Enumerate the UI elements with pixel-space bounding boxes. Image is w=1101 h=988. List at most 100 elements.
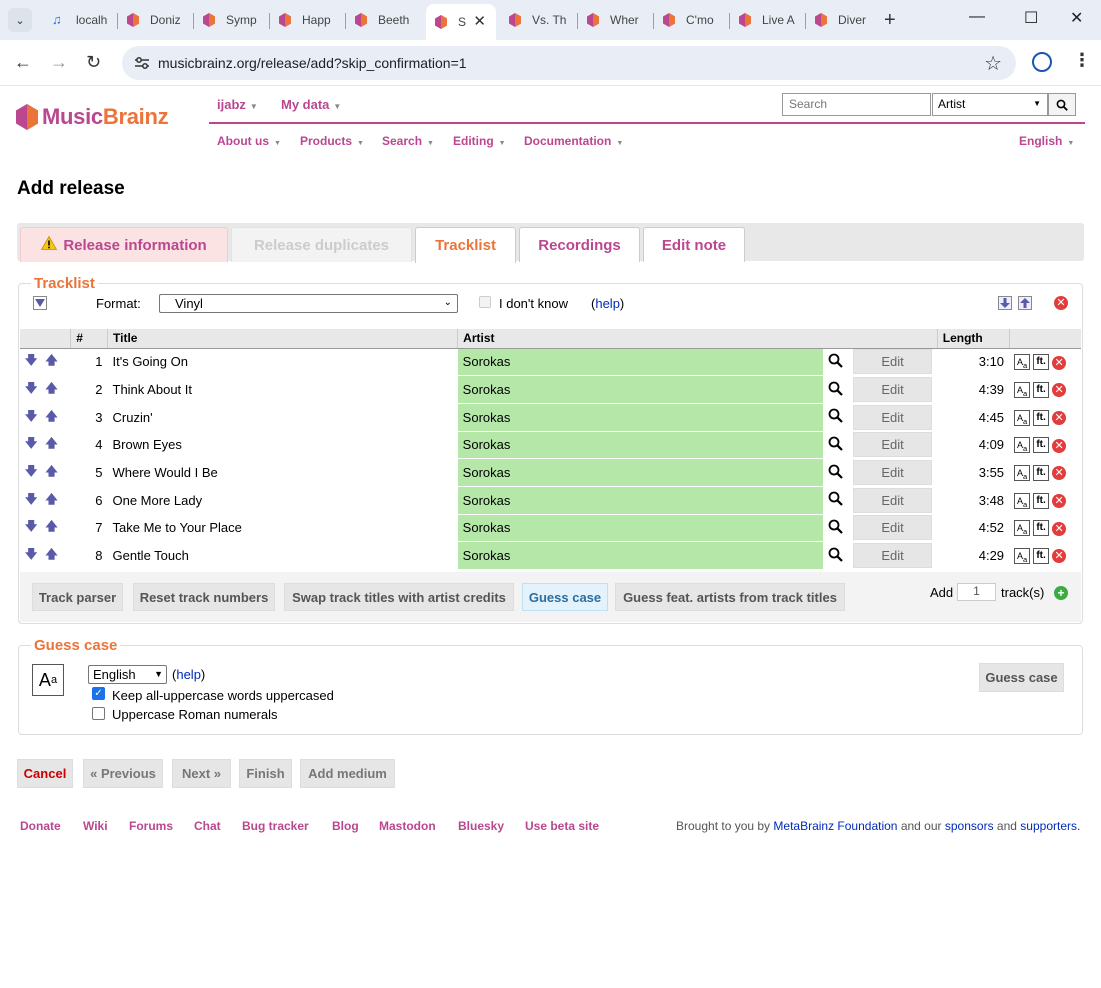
header-search-input[interactable]: Search [782,93,931,116]
track-artist[interactable]: Sorokas [457,458,823,487]
keep-uppercase-checkbox[interactable]: ✓ [92,687,105,700]
guess-case-track-icon[interactable]: Aa [1014,381,1031,398]
move-track-down-icon[interactable]: 🡇 [25,464,37,478]
remove-track-icon[interactable]: ✕ [1052,438,1067,453]
guess-feat-track-icon[interactable]: ft. [1033,464,1050,481]
move-track-down-icon[interactable]: 🡇 [25,409,37,423]
menu-editing[interactable]: Editing ▼ [453,134,506,148]
track-length[interactable]: 4:09 [937,431,1010,460]
edit-artist-button[interactable]: Edit [852,515,933,541]
track-length[interactable]: 3:10 [937,348,1010,377]
guess-case-track-icon[interactable]: Aa [1014,520,1031,537]
track-title[interactable]: Where Would I Be [107,458,458,487]
track-parser-button[interactable]: Track parser [32,583,123,611]
track-length[interactable]: 4:52 [937,514,1010,543]
guess-case-track-icon[interactable]: Aa [1014,437,1031,454]
track-number[interactable]: 3 [70,403,108,432]
artist-search-cell[interactable] [822,403,848,432]
remove-track-icon[interactable]: ✕ [1052,466,1067,481]
profile-icon[interactable] [1032,52,1052,72]
track-artist[interactable]: Sorokas [457,541,823,570]
footer-link-donate[interactable]: Donate [20,819,61,833]
track-number[interactable]: 6 [70,486,108,515]
site-settings-icon[interactable] [134,55,150,71]
guess-case-language-select[interactable]: English ▼ [88,665,167,684]
remove-track-icon[interactable]: ✕ [1052,549,1067,564]
move-track-down-icon[interactable]: 🡇 [25,547,37,561]
move-track-up-icon[interactable]: 🡅 [45,464,57,478]
move-track-down-icon[interactable]: 🡇 [25,436,37,450]
dont-know-checkbox[interactable] [479,296,491,308]
swap-titles-artists-button[interactable]: Swap track titles with artist credits [284,583,514,611]
track-number[interactable]: 1 [70,348,108,377]
track-artist[interactable]: Sorokas [457,431,823,460]
edit-artist-button[interactable]: Edit [852,487,933,513]
close-tab-icon[interactable]: ✕ [473,12,486,30]
bookmark-star-icon[interactable]: ☆ [984,51,1002,76]
guess-case-track-icon[interactable]: Aa [1014,464,1031,481]
minimize-button[interactable]: — [969,8,985,26]
edit-artist-button[interactable]: Edit [852,543,933,569]
guess-feat-artists-button[interactable]: Guess feat. artists from track titles [615,583,845,611]
edit-artist-button[interactable]: Edit [852,377,933,403]
move-medium-up-button[interactable] [1018,296,1032,310]
move-track-down-icon[interactable]: 🡇 [25,381,37,395]
cancel-button[interactable]: Cancel [17,759,73,788]
track-title[interactable]: One More Lady [107,486,458,515]
edit-artist-button[interactable]: Edit [852,349,933,375]
track-length[interactable]: 3:48 [937,486,1010,515]
menu-documentation[interactable]: Documentation ▼ [524,134,623,148]
track-length[interactable]: 3:55 [937,458,1010,487]
guess-feat-track-icon[interactable]: ft. [1033,492,1050,509]
guess-feat-track-icon[interactable]: ft. [1033,381,1050,398]
help-link[interactable]: help [595,296,620,311]
remove-track-icon[interactable]: ✕ [1052,410,1067,425]
footer-link-bluesky[interactable]: Bluesky [458,819,504,833]
artist-search-cell[interactable] [822,348,848,377]
tab-release-duplicates[interactable]: Release duplicates [231,227,412,262]
track-number[interactable]: 7 [70,514,108,543]
tab-release-information[interactable]: Release information [20,227,228,262]
track-length[interactable]: 4:39 [937,375,1010,404]
track-title[interactable]: It's Going On [107,348,458,377]
my-data-menu[interactable]: My data ▼ [281,97,341,112]
track-artist[interactable]: Sorokas [457,348,823,377]
move-track-down-icon[interactable]: 🡇 [25,353,37,367]
tab-recordings[interactable]: Recordings [519,227,640,262]
track-title[interactable]: Brown Eyes [107,431,458,460]
next-button[interactable]: Next » [172,759,231,788]
format-select[interactable]: Vinyl ⌄ [159,294,458,313]
footer-link-bug-tracker[interactable]: Bug tracker [242,819,309,833]
edit-artist-button[interactable]: Edit [852,404,933,430]
track-number[interactable]: 8 [70,541,108,570]
move-track-up-icon[interactable]: 🡅 [45,409,57,423]
footer-link-beta[interactable]: Use beta site [525,819,599,833]
footer-link-chat[interactable]: Chat [194,819,221,833]
guess-case-help-link[interactable]: help [176,667,201,682]
user-menu[interactable]: ijabz ▼ [217,97,258,112]
track-title[interactable]: Think About It [107,375,458,404]
metabrainz-link[interactable]: MetaBrainz Foundation [773,819,897,833]
browser-tab[interactable]: Vs. Th [500,6,578,34]
new-tab-button[interactable]: + [884,8,896,32]
remove-track-icon[interactable]: ✕ [1052,494,1067,508]
close-window-button[interactable]: ✕ [1070,8,1083,28]
reset-track-numbers-button[interactable]: Reset track numbers [133,583,275,611]
add-medium-button[interactable]: Add medium [300,759,395,788]
remove-track-icon[interactable]: ✕ [1052,521,1067,536]
footer-link-mastodon[interactable]: Mastodon [379,819,436,833]
guess-feat-track-icon[interactable]: ft. [1033,354,1050,371]
browser-tab-active[interactable]: S ✕ [426,4,496,40]
browser-tab[interactable]: C'mo [654,6,730,34]
footer-link-wiki[interactable]: Wiki [83,819,108,833]
footer-link-blog[interactable]: Blog [332,819,359,833]
forward-button[interactable]: → [50,52,68,72]
uppercase-roman-checkbox[interactable] [92,707,105,720]
track-title[interactable]: Cruzin' [107,403,458,432]
move-track-up-icon[interactable]: 🡅 [45,519,57,533]
track-title[interactable]: Gentle Touch [107,541,458,570]
browser-tab[interactable]: ♫ localh [44,6,118,34]
artist-search-cell[interactable] [822,431,848,460]
guess-feat-track-icon[interactable]: ft. [1033,547,1050,564]
track-artist[interactable]: Sorokas [457,486,823,515]
